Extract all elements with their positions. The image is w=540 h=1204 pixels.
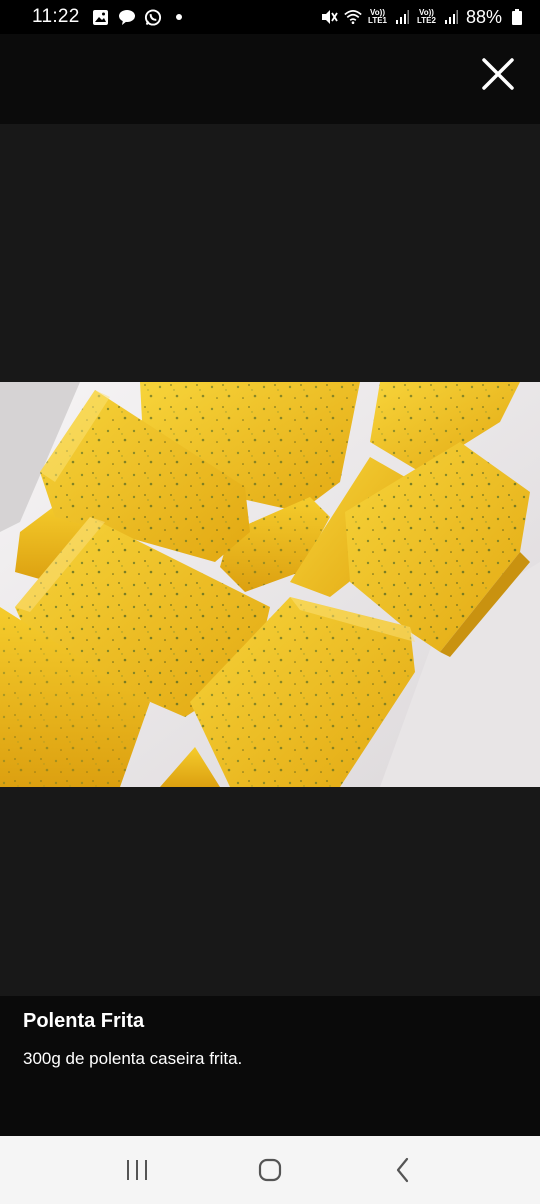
dot-icon (170, 8, 188, 26)
item-description: 300g de polenta caseira frita. (23, 1049, 243, 1068)
status-time: 11:22 (32, 6, 80, 27)
chat-bubble-icon (118, 8, 136, 26)
close-icon (482, 58, 514, 90)
home-button[interactable] (240, 1140, 300, 1200)
top-app-bar (0, 34, 540, 124)
back-icon (397, 1157, 409, 1183)
image-viewer[interactable] (0, 124, 540, 996)
home-icon (258, 1158, 282, 1182)
signal-2-icon (442, 8, 460, 26)
item-title: Polenta Frita (23, 1010, 145, 1032)
battery-percent: 88% (465, 6, 502, 27)
mute-icon (320, 8, 338, 26)
battery-icon (508, 8, 526, 26)
status-right: Vo)) LTE1 Vo)) LTE2 88% (320, 7, 526, 28)
caption-panel: Polenta Frita 300g de polenta caseira fr… (0, 996, 540, 1136)
food-photo (0, 382, 540, 787)
wifi-icon (344, 8, 362, 26)
signal-1-icon (393, 8, 411, 26)
sim1-label: Vo)) LTE1 (368, 8, 387, 25)
gallery-icon (92, 8, 110, 26)
system-nav-bar (0, 1136, 540, 1204)
recents-icon (126, 1160, 147, 1180)
status-bar: 11:22 Vo)) LTE1 Vo)) LTE2 88% (0, 0, 540, 34)
recents-button[interactable] (107, 1140, 167, 1200)
status-left: 11:22 (32, 6, 320, 28)
sim2-label: Vo)) LTE2 (417, 8, 436, 25)
close-button[interactable] (478, 54, 518, 94)
whatsapp-icon (144, 8, 162, 26)
back-button[interactable] (373, 1140, 433, 1200)
